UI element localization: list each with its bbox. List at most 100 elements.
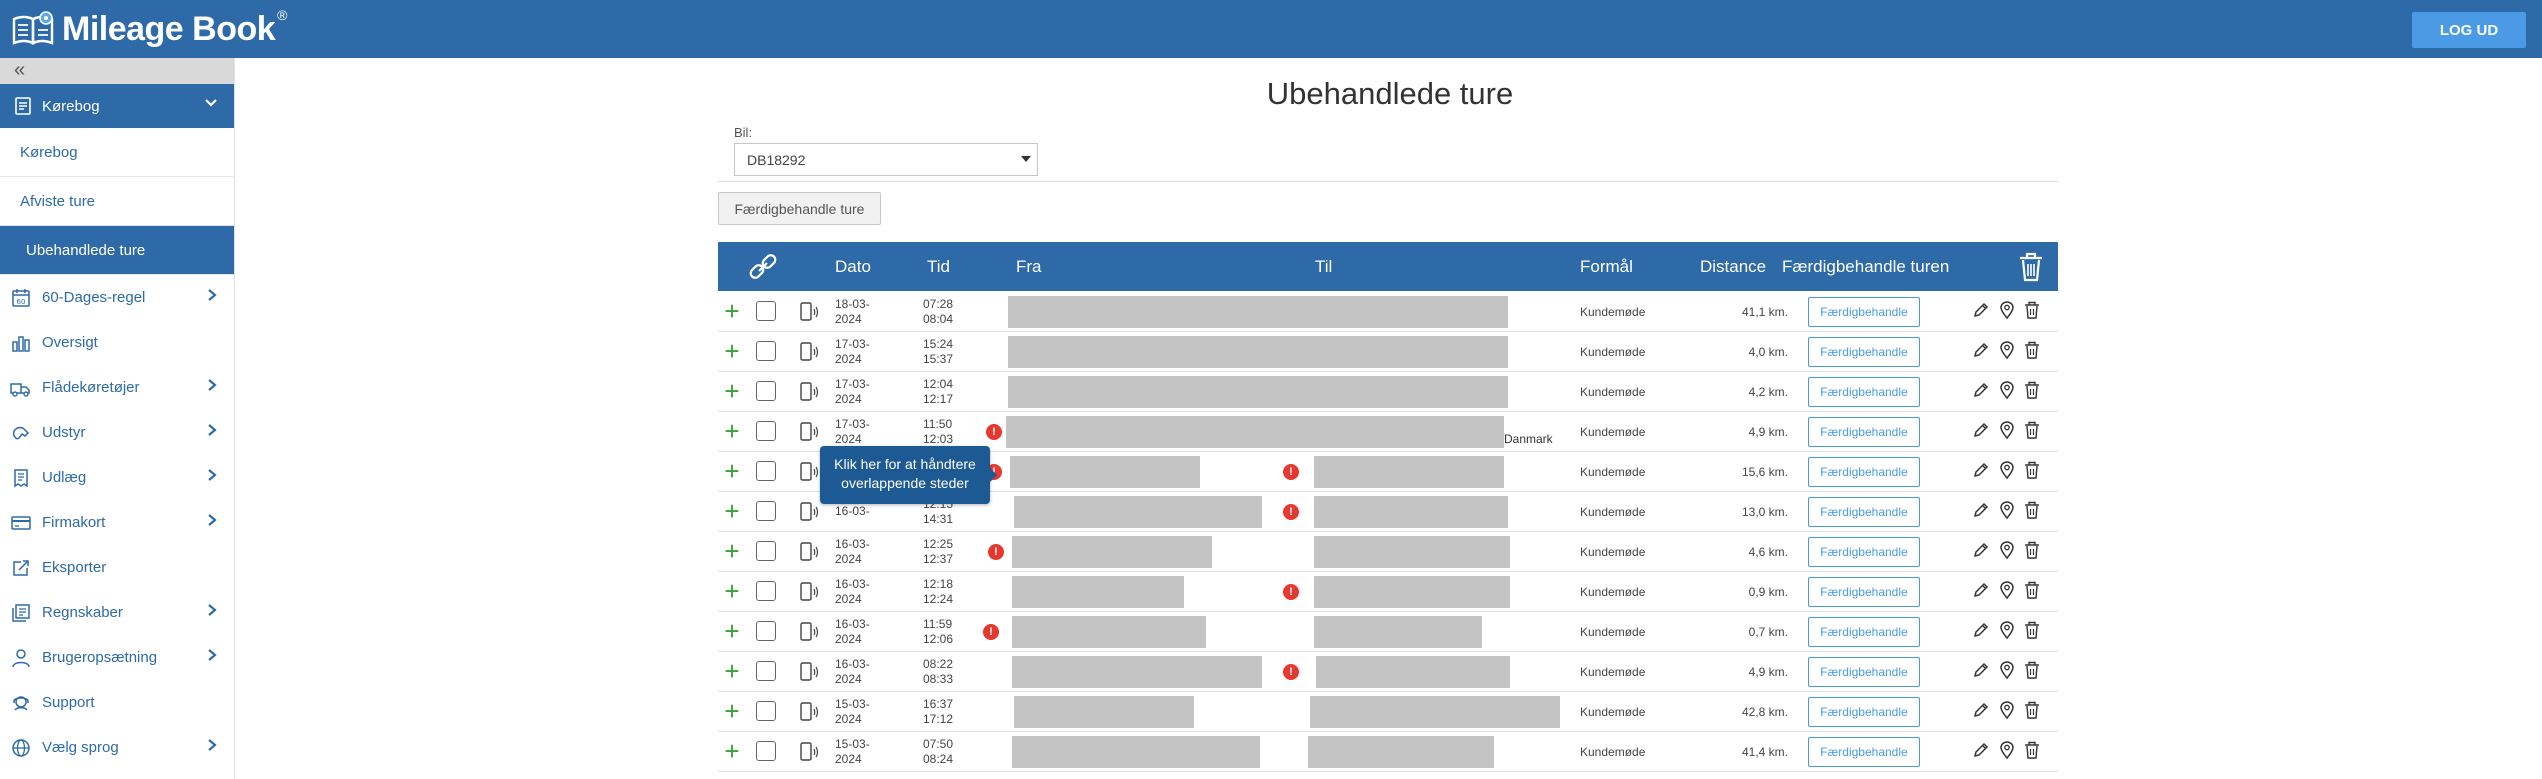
expand-row-button[interactable]: + [720,692,744,731]
edit-pencil-icon[interactable] [1972,741,1990,762]
delete-trash-icon[interactable] [2024,541,2040,562]
finalize-trip-button[interactable]: Færdigbehandle [1808,377,1920,407]
row-checkbox[interactable] [756,621,776,641]
delete-trash-icon[interactable] [2024,341,2040,362]
map-pin-icon[interactable] [1999,541,2015,562]
edit-pencil-icon[interactable] [1972,581,1990,602]
finalize-trip-button[interactable]: Færdigbehandle [1808,617,1920,647]
row-checkbox[interactable] [756,381,776,401]
edit-pencil-icon[interactable] [1972,701,1990,722]
finalize-trips-button[interactable]: Færdigbehandle ture [718,192,881,225]
sidebar-item-udlaeg[interactable]: Udlæg [0,455,234,500]
expand-row-button[interactable]: + [720,572,744,611]
link-icon[interactable] [746,242,780,291]
delete-trash-icon[interactable] [2024,701,2040,722]
expand-row-button[interactable]: + [720,412,744,451]
row-checkbox[interactable] [756,301,776,321]
row-checkbox[interactable] [756,541,776,561]
map-pin-icon[interactable] [1999,421,2015,442]
overlap-warning-icon[interactable]: ! [1283,584,1299,600]
map-pin-icon[interactable] [1999,661,2015,682]
sidebar-item-brugeropsaetning[interactable]: Brugeropsætning [0,635,234,680]
delete-trash-icon[interactable] [2024,501,2040,522]
map-pin-icon[interactable] [1999,341,2015,362]
overlap-tooltip[interactable]: Klik her for at håndtere overlappende st… [820,446,997,504]
row-checkbox[interactable] [756,661,776,681]
delete-trash-icon[interactable] [2024,301,2040,322]
expand-row-button[interactable]: + [720,532,744,571]
sidebar-sub-afviste-ture[interactable]: Afviste ture [0,177,234,226]
car-select[interactable]: DB18292 [734,143,1038,176]
finalize-trip-button[interactable]: Færdigbehandle [1808,657,1920,687]
overlap-warning-icon[interactable]: ! [1283,664,1299,680]
map-pin-icon[interactable] [1999,461,2015,482]
sidebar-sub-ubehandlede-ture[interactable]: Ubehandlede ture [0,226,234,275]
sidebar-item-udstyr[interactable]: Udstyr [0,410,234,455]
finalize-trip-button[interactable]: Færdigbehandle [1808,537,1920,567]
map-pin-icon[interactable] [1999,581,2015,602]
row-checkbox[interactable] [756,501,776,521]
edit-pencil-icon[interactable] [1972,301,1990,322]
row-checkbox[interactable] [756,461,776,481]
trash-icon[interactable] [2018,242,2044,291]
sidebar-item-60-dages-regel[interactable]: 60 60-Dages-regel [0,275,234,320]
map-pin-icon[interactable] [1999,301,2015,322]
row-checkbox[interactable] [756,741,776,761]
row-checkbox[interactable] [756,421,776,441]
sidebar-item-support[interactable]: Support [0,680,234,725]
finalize-trip-button[interactable]: Færdigbehandle [1808,737,1920,767]
sidebar-item-vaelg-sprog[interactable]: Vælg sprog [0,725,234,770]
finalize-trip-button[interactable]: Færdigbehandle [1808,297,1920,327]
map-pin-icon[interactable] [1999,381,2015,402]
row-checkbox[interactable] [756,701,776,721]
expand-row-button[interactable]: + [720,732,744,771]
map-pin-icon[interactable] [1999,701,2015,722]
overlap-warning-icon[interactable]: ! [986,424,1002,440]
sidebar-item-oversigt[interactable]: Oversigt [0,320,234,365]
row-checkbox[interactable] [756,581,776,601]
finalize-trip-button[interactable]: Færdigbehandle [1808,457,1920,487]
overlap-warning-icon[interactable]: ! [1283,464,1299,480]
expand-row-button[interactable]: + [720,332,744,371]
expand-row-button[interactable]: + [720,492,744,531]
logout-button[interactable]: LOG UD [2412,12,2526,48]
expand-row-button[interactable]: + [720,612,744,651]
delete-trash-icon[interactable] [2024,741,2040,762]
map-pin-icon[interactable] [1999,501,2015,522]
sidebar-item-regnskaber[interactable]: Regnskaber [0,590,234,635]
expand-row-button[interactable]: + [720,652,744,691]
overlap-warning-icon[interactable]: ! [988,544,1004,560]
edit-pencil-icon[interactable] [1972,661,1990,682]
delete-trash-icon[interactable] [2024,621,2040,642]
edit-pencil-icon[interactable] [1972,501,1990,522]
delete-trash-icon[interactable] [2024,381,2040,402]
app-logo[interactable]: Mileage Book ® [12,6,288,52]
delete-trash-icon[interactable] [2024,661,2040,682]
edit-pencil-icon[interactable] [1972,381,1990,402]
edit-pencil-icon[interactable] [1972,421,1990,442]
sidebar-sub-korebog[interactable]: Kørebog [0,128,234,177]
map-pin-icon[interactable] [1999,621,2015,642]
sidebar-item-eksporter[interactable]: Eksporter [0,545,234,590]
sidebar-collapse-button[interactable]: « [0,58,234,84]
expand-row-button[interactable]: + [720,452,744,491]
finalize-trip-button[interactable]: Færdigbehandle [1808,497,1920,527]
finalize-trip-button[interactable]: Færdigbehandle [1808,337,1920,367]
edit-pencil-icon[interactable] [1972,341,1990,362]
sidebar-item-fladekoretojer[interactable]: Flådekøretøjer [0,365,234,410]
overlap-warning-icon[interactable]: ! [983,624,999,640]
finalize-trip-button[interactable]: Færdigbehandle [1808,577,1920,607]
edit-pencil-icon[interactable] [1972,541,1990,562]
sidebar-section-korebog[interactable]: Kørebog [0,84,234,128]
map-pin-icon[interactable] [1999,741,2015,762]
edit-pencil-icon[interactable] [1972,621,1990,642]
expand-row-button[interactable]: + [720,292,744,331]
row-checkbox[interactable] [756,341,776,361]
delete-trash-icon[interactable] [2024,581,2040,602]
sidebar-item-firmakort[interactable]: Firmakort [0,500,234,545]
delete-trash-icon[interactable] [2024,421,2040,442]
delete-trash-icon[interactable] [2024,461,2040,482]
overlap-warning-icon[interactable]: ! [1283,504,1299,520]
expand-row-button[interactable]: + [720,372,744,411]
finalize-trip-button[interactable]: Færdigbehandle [1808,697,1920,727]
